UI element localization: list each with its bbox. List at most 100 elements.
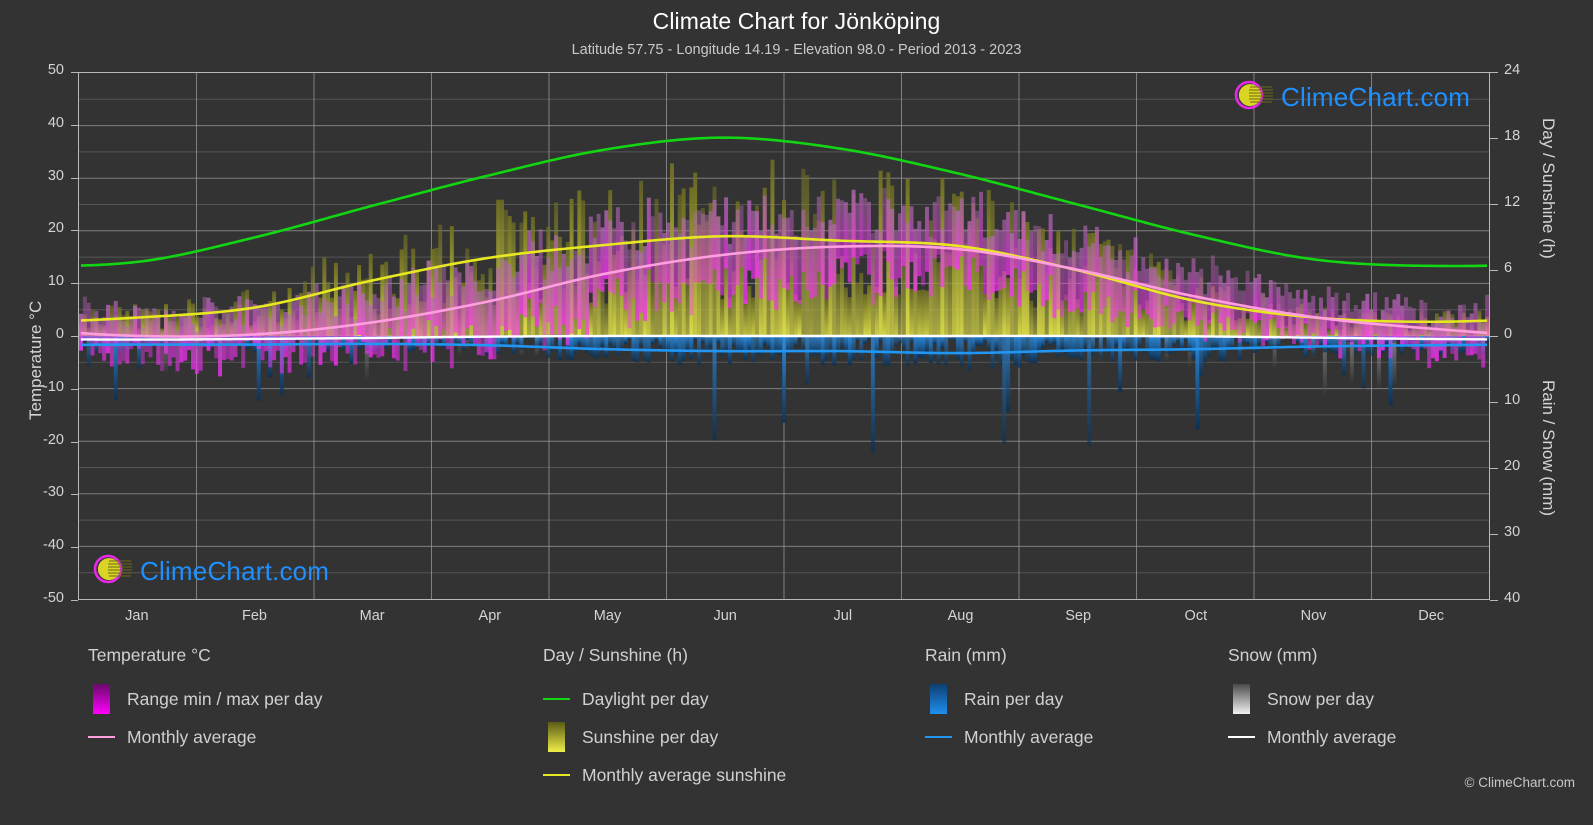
page-subtitle: Latitude 57.75 - Longitude 14.19 - Eleva… <box>571 42 1022 58</box>
legend-group-title: Rain (mm) <box>925 645 1007 665</box>
legend-item-label: Monthly average <box>1267 726 1397 747</box>
legend-line-swatch <box>88 736 115 738</box>
legend-group-snow: Snow (mm) Snow per day Monthly average <box>1228 645 1396 756</box>
y-tick-mark-left <box>71 600 78 601</box>
y-tick-mark-left <box>71 230 78 232</box>
page-title: Climate Chart for Jönköping <box>652 8 941 34</box>
y-tick-mark-left <box>71 177 78 179</box>
brand-logo-text: ClimeChart.com <box>1281 82 1471 112</box>
legend-swatch <box>88 684 115 714</box>
legend-gradient-swatch <box>93 684 110 714</box>
legend-item[interactable]: Snow per day <box>1228 680 1396 718</box>
x-tick-oct: Oct <box>1184 608 1208 624</box>
y-tick-mark-left <box>71 72 78 73</box>
brand-logo-text: ClimeChart.com <box>140 556 330 586</box>
legend-line-swatch <box>543 698 570 700</box>
legend-gradient-swatch <box>1233 684 1250 714</box>
legend-item-label: Monthly average <box>127 726 257 747</box>
y-tick-left: -50 <box>43 590 64 606</box>
y-axis-right-bottom-label: Rain / Snow (mm) <box>1539 380 1558 517</box>
legend-line-swatch <box>925 736 952 738</box>
y-tick-left: 0 <box>55 326 64 342</box>
chart-svg <box>79 73 1489 599</box>
legend-item[interactable]: Monthly average <box>1228 718 1396 756</box>
legend-item[interactable]: Range min / max per day <box>88 680 323 718</box>
legend-line-swatch <box>1228 736 1255 738</box>
legend-swatch <box>543 698 570 700</box>
legend-swatch <box>1228 684 1255 714</box>
legend-item-label: Sunshine per day <box>582 726 719 747</box>
y-tick-mark-left <box>71 283 78 285</box>
legend-group-title: Snow (mm) <box>1228 645 1318 665</box>
y-tick-mark-right <box>1490 138 1498 139</box>
legend-swatch <box>543 722 570 752</box>
legend-item[interactable]: Monthly average sunshine <box>543 756 786 794</box>
legend-item-label: Rain per day <box>964 688 1064 709</box>
x-tick-apr: Apr <box>478 608 502 624</box>
y-tick-right-top: 6 <box>1504 260 1513 276</box>
legend-item[interactable]: Monthly average <box>88 718 323 756</box>
legend-item[interactable]: Daylight per day <box>543 680 786 718</box>
y-tick-mark-left <box>71 494 78 496</box>
y-tick-left: 40 <box>47 114 64 131</box>
legend-group-title: Temperature °C <box>88 645 211 665</box>
y-tick-mark-right <box>1490 468 1498 469</box>
y-tick-left: 50 <box>47 62 64 78</box>
y-tick-mark-right <box>1490 600 1498 601</box>
x-tick-mar: Mar <box>359 608 385 624</box>
y-tick-mark-right <box>1490 336 1498 337</box>
legend-group-title: Day / Sunshine (h) <box>543 645 688 665</box>
legend-item-label: Range min / max per day <box>127 688 323 709</box>
x-tick-may: May <box>593 608 622 624</box>
brand-logo-top: ClimeChart.com <box>1233 78 1470 117</box>
y-tick-mark-right <box>1490 534 1498 535</box>
legend-item[interactable]: Sunshine per day <box>543 718 786 756</box>
legend-swatch <box>925 736 952 738</box>
y-tick-right-top: 18 <box>1504 128 1521 144</box>
legend-swatch <box>1228 736 1255 738</box>
legend-group-rain: Rain (mm) Rain per day Monthly average <box>925 645 1093 756</box>
legend-swatch <box>543 774 570 776</box>
y-tick-left: -20 <box>43 431 64 448</box>
x-tick-aug: Aug <box>947 608 974 624</box>
legend-swatch <box>88 736 115 738</box>
chart-plot-area <box>78 72 1490 600</box>
y-tick-mark-left <box>71 441 78 443</box>
climechart-logo-icon <box>1233 78 1279 117</box>
y-tick-mark-left <box>71 547 78 549</box>
y-tick-mark-right <box>1490 72 1498 73</box>
y-tick-right-bottom: 30 <box>1504 524 1521 540</box>
chart-legend: Temperature °C Range min / max per day Mon… <box>0 645 1593 825</box>
y-tick-mark-right <box>1490 204 1498 205</box>
x-tick-dec: Dec <box>1418 608 1445 624</box>
x-tick-jul: Jul <box>833 608 853 624</box>
y-tick-right-bottom: 20 <box>1504 458 1521 474</box>
climechart-logo-icon <box>92 552 138 591</box>
legend-group-day: Day / Sunshine (h) Daylight per day Sunshi… <box>543 645 786 794</box>
legend-item-label: Monthly average sunshine <box>582 764 787 785</box>
y-tick-left: 30 <box>47 167 64 184</box>
y-tick-left: 10 <box>47 273 64 290</box>
y-tick-mark-left <box>71 388 78 390</box>
x-tick-sep: Sep <box>1065 608 1092 624</box>
legend-line-swatch <box>543 774 570 776</box>
legend-gradient-swatch <box>930 684 947 714</box>
y-tick-left: 20 <box>47 220 64 237</box>
legend-item[interactable]: Monthly average <box>925 718 1093 756</box>
legend-swatch <box>925 684 952 714</box>
y-tick-left: -10 <box>43 378 64 395</box>
legend-item[interactable]: Rain per day <box>925 680 1093 718</box>
y-tick-mark-right <box>1490 270 1498 271</box>
x-tick-feb: Feb <box>242 608 267 624</box>
x-tick-jan: Jan <box>125 608 149 624</box>
copyright-text: © ClimeChart.com <box>1464 775 1575 790</box>
y-tick-mark-left <box>71 336 78 337</box>
y-tick-right-top: 24 <box>1504 62 1521 78</box>
y-tick-right-bottom: 10 <box>1504 392 1521 408</box>
y-tick-right-bottom: 40 <box>1504 590 1521 606</box>
legend-gradient-swatch <box>548 722 565 752</box>
y-tick-left: -40 <box>43 537 64 554</box>
x-tick-jun: Jun <box>713 608 737 624</box>
y-tick-right-top: 0 <box>1504 326 1513 342</box>
y-tick-mark-right <box>1490 402 1498 403</box>
